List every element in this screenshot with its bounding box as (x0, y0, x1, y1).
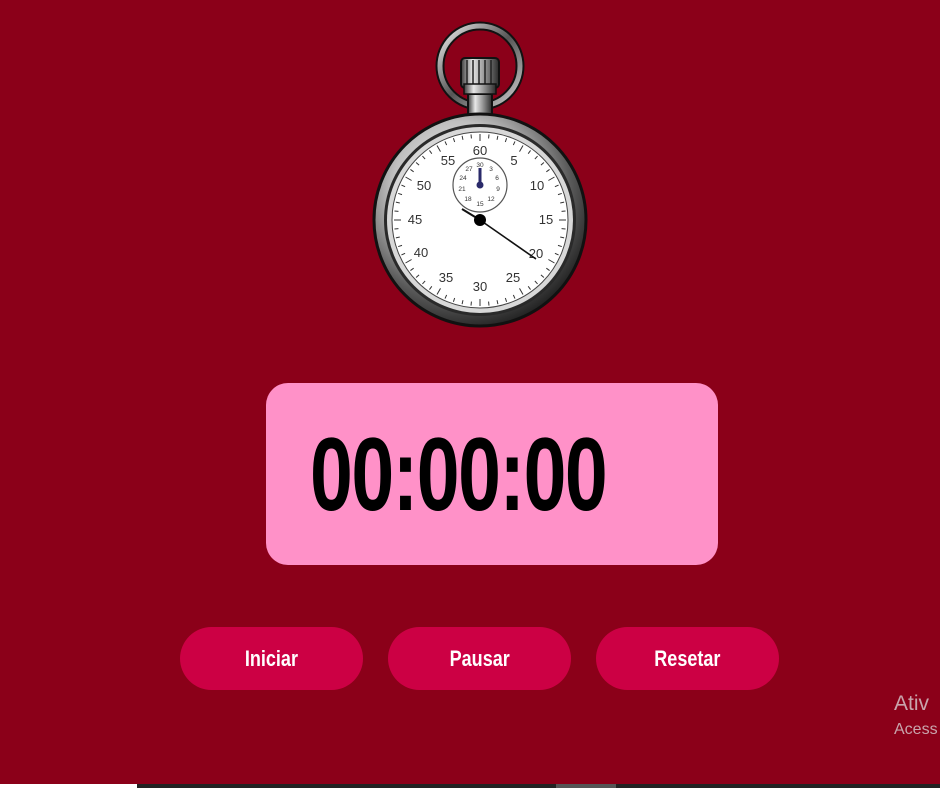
reset-button[interactable]: Resetar (596, 627, 779, 690)
stopwatch-hand-pivot (474, 214, 486, 226)
dial-number: 25 (506, 270, 520, 285)
dial-number: 15 (539, 212, 553, 227)
stopwatch-page: 60 5 10 15 20 25 30 35 40 45 50 55 30 3 … (0, 0, 940, 788)
reset-button-label: Resetar (654, 646, 721, 671)
dial-number: 30 (473, 279, 487, 294)
subdial-number: 3 (489, 166, 493, 173)
timer-display: 00:00:00 (310, 417, 608, 533)
subdial-number: 24 (459, 175, 467, 182)
subdial-number: 9 (496, 186, 500, 193)
subdial-number: 27 (465, 166, 473, 173)
taskbar-strip-mark (556, 784, 616, 788)
dial-number: 40 (414, 245, 428, 260)
subdial-number: 21 (458, 186, 466, 193)
taskbar-strip-left (0, 784, 137, 788)
subdial-number: 15 (476, 201, 484, 208)
start-button[interactable]: Iniciar (180, 627, 363, 690)
taskbar-strip (137, 784, 940, 788)
subdial-number: 30 (476, 162, 484, 169)
dial-number: 35 (439, 270, 453, 285)
stopwatch-icon: 60 5 10 15 20 25 30 35 40 45 50 55 30 3 … (372, 21, 588, 328)
dial-number: 55 (441, 153, 455, 168)
dial-number: 5 (510, 153, 517, 168)
dial-number: 50 (417, 178, 431, 193)
start-button-label: Iniciar (244, 646, 299, 671)
subdial-number: 12 (487, 196, 495, 203)
dial-number: 60 (473, 143, 487, 158)
subdial-number: 18 (464, 196, 472, 203)
pause-button-label: Pausar (449, 646, 510, 671)
dial-number: 10 (530, 178, 544, 193)
watermark-subtitle: Acess (894, 721, 938, 738)
pause-button[interactable]: Pausar (388, 627, 571, 690)
activation-watermark: Ativ Acess (894, 690, 938, 742)
watermark-title: Ativ (894, 692, 930, 715)
dial-number: 45 (408, 212, 422, 227)
subdial-number: 6 (495, 175, 499, 182)
